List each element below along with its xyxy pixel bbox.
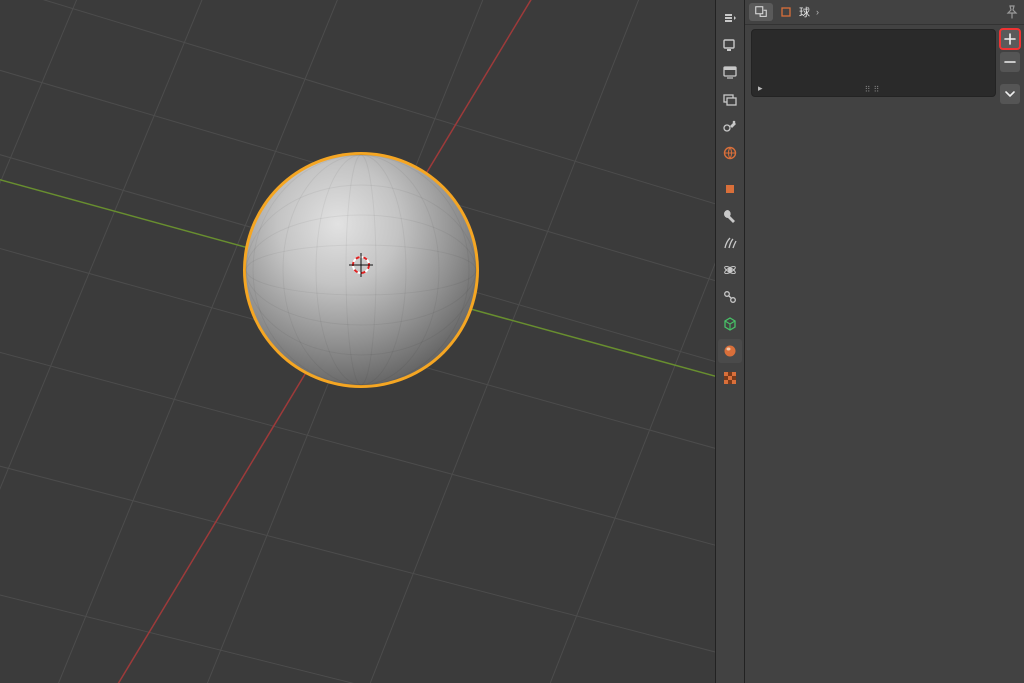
tab-particles-icon[interactable] [718,231,742,255]
object-icon [779,5,793,19]
tab-physics-icon[interactable] [718,258,742,282]
properties-panel: 球 › ▸ ⠿⠿ [745,0,1024,683]
material-specials-button[interactable] [1000,84,1020,104]
remove-material-slot-button[interactable] [1000,52,1020,72]
tab-output-icon[interactable] [718,60,742,84]
add-material-slot-button[interactable] [1000,29,1020,49]
material-slot-row: ▸ ⠿⠿ [745,25,1024,104]
tab-scene-icon[interactable] [718,114,742,138]
properties-tab-strip [715,0,745,683]
tab-world-icon[interactable] [718,141,742,165]
app-root: 球 › ▸ ⠿⠿ [0,0,1024,683]
datablock-selector-icon[interactable] [749,3,773,21]
tab-modifiers-icon[interactable] [718,204,742,228]
tab-object-icon[interactable] [718,177,742,201]
object-name-label: 球 [799,4,810,20]
pin-icon[interactable] [1004,4,1020,20]
material-slot-list[interactable]: ▸ ⠿⠿ [751,29,996,97]
tab-view-layer-icon[interactable] [718,87,742,111]
tab-render-icon[interactable] [718,33,742,57]
breadcrumb-chevron: › [816,7,819,17]
tab-material-icon[interactable] [718,339,742,363]
properties-header: 球 › [745,0,1024,25]
tab-object-data-icon[interactable] [718,312,742,336]
list-grip-icon[interactable]: ⠿⠿ [752,86,995,94]
tab-texture-icon[interactable] [718,366,742,390]
tab-constraints-icon[interactable] [718,285,742,309]
properties-dropdown-icon[interactable] [718,6,742,30]
viewport-svg [0,0,715,683]
material-slot-buttons [1000,29,1020,104]
3d-viewport[interactable] [0,0,715,683]
